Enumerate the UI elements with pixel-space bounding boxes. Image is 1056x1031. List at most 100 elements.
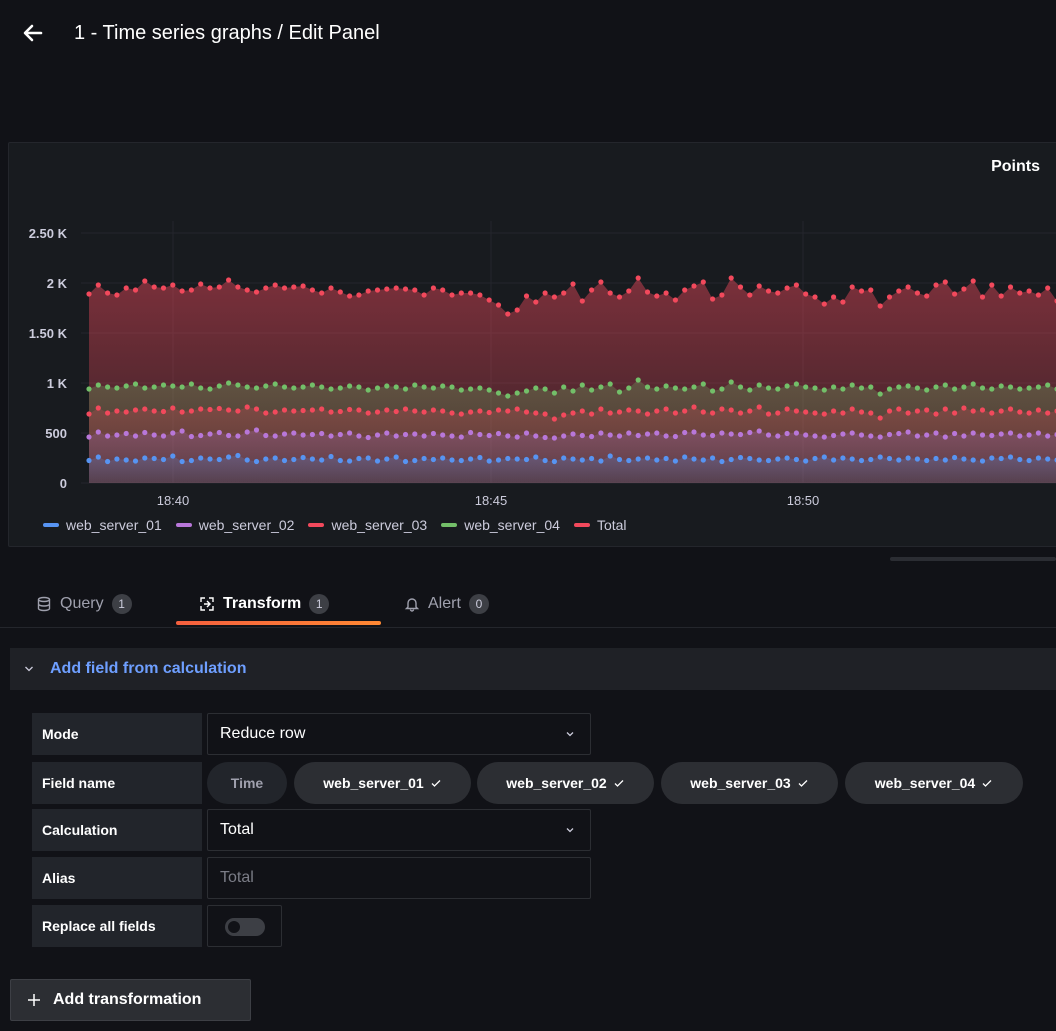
data-point bbox=[468, 456, 474, 462]
data-point bbox=[682, 287, 688, 293]
data-point bbox=[905, 284, 911, 290]
data-point bbox=[700, 432, 706, 438]
legend-item[interactable]: web_server_02 bbox=[175, 517, 294, 533]
data-point bbox=[468, 290, 474, 296]
data-point bbox=[765, 432, 772, 438]
data-point bbox=[831, 457, 837, 463]
y-tick-label: 0 bbox=[60, 476, 67, 491]
data-point bbox=[151, 384, 157, 390]
legend-item[interactable]: Total bbox=[573, 517, 627, 533]
data-point bbox=[942, 434, 948, 440]
field-pill-web-server-03[interactable]: web_server_03 bbox=[661, 762, 838, 804]
data-point bbox=[914, 456, 921, 462]
data-point bbox=[840, 386, 846, 392]
data-point bbox=[877, 434, 883, 440]
check-icon bbox=[431, 780, 441, 787]
data-point bbox=[710, 296, 716, 302]
mode-label: Mode bbox=[32, 713, 202, 755]
data-point bbox=[86, 291, 92, 297]
data-point bbox=[216, 284, 222, 290]
data-point bbox=[682, 408, 688, 414]
data-point bbox=[644, 431, 651, 437]
data-point bbox=[607, 432, 613, 438]
data-point bbox=[384, 430, 390, 436]
data-point bbox=[114, 292, 120, 298]
calculation-select[interactable]: Total bbox=[207, 809, 591, 851]
data-point bbox=[691, 404, 697, 410]
data-point bbox=[831, 432, 837, 439]
field-pill-web-server-02[interactable]: web_server_02 bbox=[477, 762, 654, 804]
y-tick-label: 2 K bbox=[47, 276, 68, 291]
data-point bbox=[561, 384, 567, 390]
data-point bbox=[95, 282, 101, 288]
data-point bbox=[868, 456, 874, 463]
data-point bbox=[682, 429, 688, 436]
data-point bbox=[412, 431, 418, 437]
data-point bbox=[896, 406, 902, 412]
data-point bbox=[477, 385, 483, 391]
data-point bbox=[998, 293, 1004, 299]
data-point bbox=[691, 384, 697, 390]
tab-query[interactable]: Query 1 bbox=[36, 580, 132, 628]
data-point bbox=[542, 434, 548, 441]
alias-input[interactable] bbox=[207, 857, 591, 899]
replace-all-fields-label: Replace all fields bbox=[32, 905, 202, 947]
data-point bbox=[654, 293, 660, 299]
data-point bbox=[589, 387, 595, 393]
data-point bbox=[356, 384, 362, 390]
data-point bbox=[235, 382, 241, 388]
data-point bbox=[514, 390, 520, 396]
data-point bbox=[123, 457, 129, 463]
plus-icon bbox=[28, 994, 40, 1006]
legend-item[interactable]: web_server_03 bbox=[308, 517, 427, 533]
data-point bbox=[933, 455, 939, 462]
data-point bbox=[886, 294, 893, 300]
data-point bbox=[691, 456, 697, 462]
data-point bbox=[803, 458, 809, 464]
transformation-header[interactable]: Add field from calculation bbox=[10, 648, 1056, 690]
tab-alert[interactable]: Alert 0 bbox=[404, 580, 489, 628]
data-point bbox=[95, 429, 101, 435]
data-point bbox=[170, 282, 176, 288]
data-point bbox=[551, 458, 558, 465]
y-tick-label: 1 K bbox=[47, 376, 68, 391]
legend-label: web_server_04 bbox=[464, 517, 560, 533]
data-point bbox=[533, 299, 539, 305]
data-point bbox=[905, 429, 911, 435]
data-point bbox=[979, 294, 986, 300]
data-point bbox=[710, 455, 716, 461]
data-point bbox=[477, 454, 483, 461]
data-point bbox=[1026, 385, 1032, 391]
data-point bbox=[998, 431, 1004, 437]
mode-select[interactable]: Reduce row bbox=[207, 713, 591, 755]
data-point bbox=[486, 458, 492, 464]
data-point bbox=[337, 408, 343, 415]
data-point bbox=[933, 430, 939, 436]
legend-item[interactable]: web_server_04 bbox=[441, 517, 560, 533]
data-point bbox=[896, 288, 902, 294]
data-point bbox=[430, 407, 436, 413]
legend-item[interactable]: web_server_01 bbox=[43, 517, 162, 533]
add-transformation-button[interactable]: Add transformation bbox=[10, 979, 251, 1021]
data-point bbox=[272, 282, 278, 288]
data-point bbox=[626, 457, 632, 464]
data-point bbox=[458, 457, 464, 464]
panel-scrollbar[interactable] bbox=[890, 557, 1056, 561]
data-point bbox=[970, 408, 976, 414]
field-pill-web-server-04[interactable]: web_server_04 bbox=[845, 762, 1023, 804]
data-point bbox=[374, 385, 381, 391]
data-point bbox=[672, 297, 679, 303]
field-pill-web-server-01[interactable]: web_server_01 bbox=[294, 762, 471, 804]
data-point bbox=[440, 432, 446, 438]
data-point bbox=[728, 275, 734, 281]
data-point bbox=[244, 384, 250, 390]
data-point bbox=[533, 454, 539, 460]
field-pill-time[interactable]: Time bbox=[207, 762, 287, 804]
data-point bbox=[263, 456, 269, 462]
data-point bbox=[440, 287, 446, 293]
back-arrow-icon[interactable] bbox=[18, 18, 48, 48]
replace-all-fields-toggle[interactable] bbox=[225, 918, 265, 936]
data-point bbox=[272, 381, 278, 387]
data-point bbox=[737, 384, 744, 390]
data-point bbox=[589, 433, 595, 440]
